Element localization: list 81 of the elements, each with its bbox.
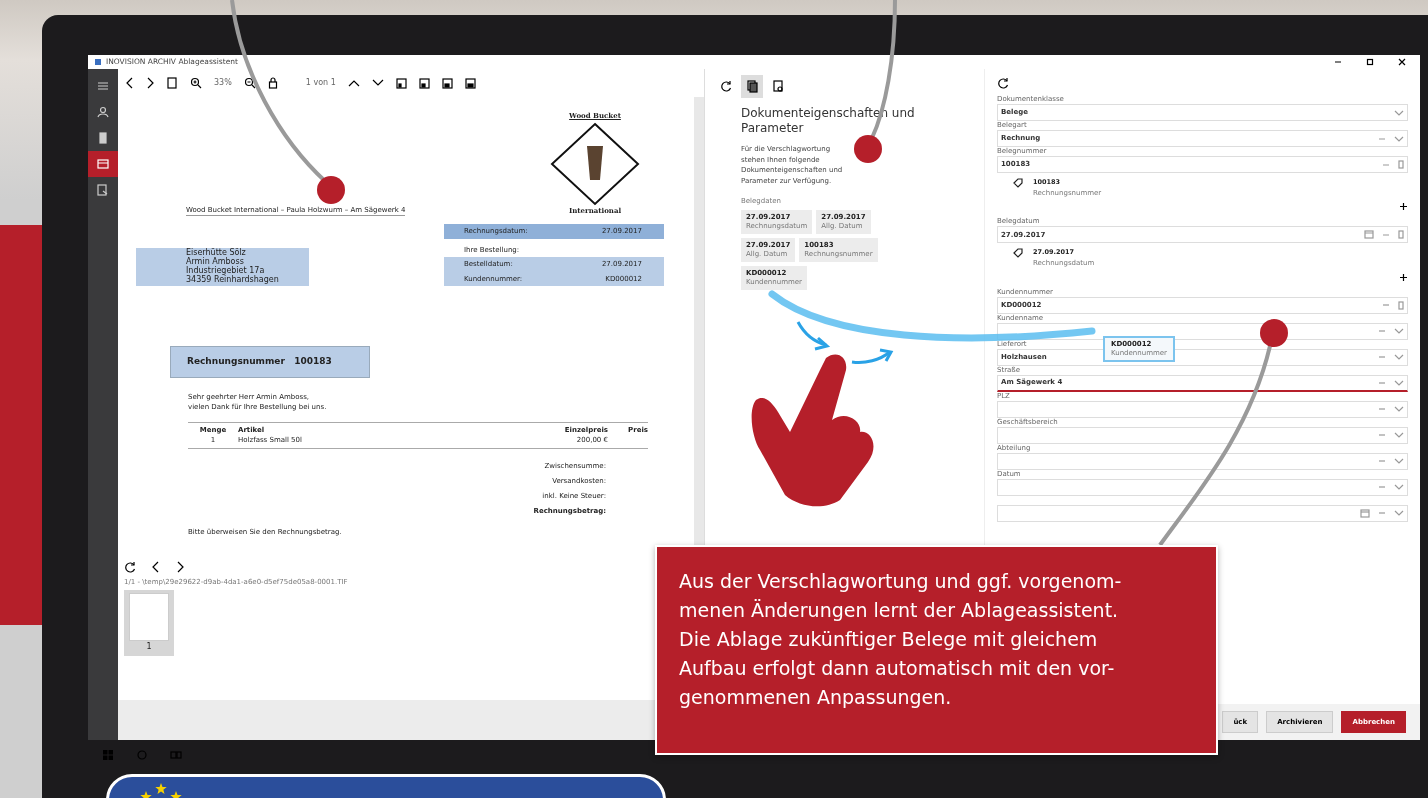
clear-icon[interactable] [1382, 161, 1390, 168]
delete-icon[interactable] [1398, 160, 1404, 169]
clear-icon[interactable] [1378, 432, 1386, 438]
annotation-dot [1260, 319, 1288, 347]
menu-icon [96, 79, 110, 93]
arrow-icon [851, 348, 894, 364]
clear-icon[interactable] [1378, 510, 1386, 516]
back-icon[interactable] [152, 561, 160, 573]
page-icon[interactable] [166, 77, 178, 89]
page-layout-icon[interactable] [395, 77, 407, 89]
delete-icon[interactable] [1398, 230, 1404, 240]
clear-icon[interactable] [1378, 354, 1386, 360]
calendar-icon[interactable] [1364, 230, 1374, 240]
stars-icon [139, 781, 183, 798]
forward-icon[interactable] [146, 77, 154, 89]
chevron-down-icon[interactable] [1394, 457, 1404, 465]
annotation-dot [317, 176, 345, 204]
address-block: Eiserhütte Sölz Armin Amboss Industriegebiet 17a 34359 Reinhardshagen [136, 248, 309, 286]
zoom-level[interactable]: 33% [214, 77, 232, 89]
page-layout-icon[interactable] [418, 77, 430, 89]
chevron-down-icon[interactable] [1394, 327, 1404, 335]
input-field[interactable] [997, 504, 1408, 522]
refresh-icon[interactable] [997, 77, 1009, 89]
folder-icon [96, 157, 110, 171]
input-field[interactable] [997, 478, 1408, 496]
zoom-in-icon[interactable] [190, 77, 202, 89]
import-icon [96, 183, 110, 197]
page-number: 1 [146, 640, 152, 653]
refresh-icon [720, 80, 732, 93]
up-icon[interactable] [347, 79, 360, 87]
callout-text: Aus der Verschlagwortung und ggf. vorgenom- menen Änderungen lernt der Ablageassistent. Die Ablage zukünftiger Belege mit gleichem Aufbau erfolgt dann automatisch mit den vor- genommenen Anpassungen. [655, 545, 1218, 755]
clear-icon[interactable] [1378, 458, 1386, 464]
chevron-down-icon[interactable] [1394, 405, 1404, 413]
pages-icon [746, 80, 758, 93]
clear-icon[interactable] [1378, 135, 1386, 142]
down-icon[interactable] [371, 79, 384, 87]
chevron-down-icon[interactable] [1394, 134, 1404, 143]
input-field[interactable] [997, 452, 1408, 470]
refresh-icon[interactable] [124, 561, 136, 573]
document-icon [96, 131, 110, 145]
clear-icon[interactable] [1382, 302, 1390, 308]
clear-icon[interactable] [1378, 484, 1386, 490]
chevron-down-icon[interactable] [1394, 108, 1404, 117]
chevron-down-icon[interactable] [1394, 509, 1404, 517]
invoice-number: Rechnungsnummer 100183 [170, 346, 370, 378]
clear-icon[interactable] [1378, 379, 1386, 386]
back-icon[interactable] [126, 77, 134, 89]
calendar-icon[interactable] [1360, 508, 1370, 518]
plus-icon[interactable] [1399, 202, 1408, 212]
chevron-down-icon[interactable] [1394, 483, 1404, 491]
panel-title: Dokumenteigenschaften und Parameter [741, 106, 916, 136]
page-indicator: 1 von 1 [305, 77, 336, 89]
clear-icon[interactable] [1378, 406, 1386, 412]
maximize-icon[interactable] [1366, 58, 1374, 66]
plus-icon[interactable] [1399, 272, 1408, 282]
sidebar-item[interactable] [88, 151, 118, 177]
tag-icon [1013, 248, 1023, 259]
input-field[interactable] [997, 400, 1408, 418]
chevron-down-icon[interactable] [1394, 353, 1404, 361]
app-icon [94, 58, 102, 66]
page-layout-icon[interactable] [464, 77, 476, 89]
tag-icon [1013, 178, 1023, 188]
toolbar-button[interactable] [741, 75, 763, 98]
annotation-dot [854, 135, 882, 163]
close-icon[interactable] [1398, 58, 1406, 66]
page-layout-icon[interactable] [441, 77, 453, 89]
page-thumbnail[interactable]: 1 [124, 589, 174, 656]
zoom-out-icon[interactable] [243, 77, 256, 89]
chevron-down-icon[interactable] [1394, 431, 1404, 439]
clear-icon[interactable] [1382, 231, 1390, 238]
delete-icon[interactable] [1398, 300, 1404, 310]
chevron-down-icon[interactable] [1394, 378, 1404, 387]
minimize-icon[interactable] [1334, 58, 1342, 66]
user-icon [96, 105, 110, 119]
input-field[interactable] [997, 426, 1408, 444]
lock-icon[interactable] [267, 77, 278, 89]
document-icon [772, 80, 784, 93]
arrow-icon [796, 321, 831, 351]
thumbnail-image [129, 592, 169, 641]
forward-icon[interactable] [176, 561, 184, 573]
clear-icon[interactable] [1378, 328, 1386, 334]
